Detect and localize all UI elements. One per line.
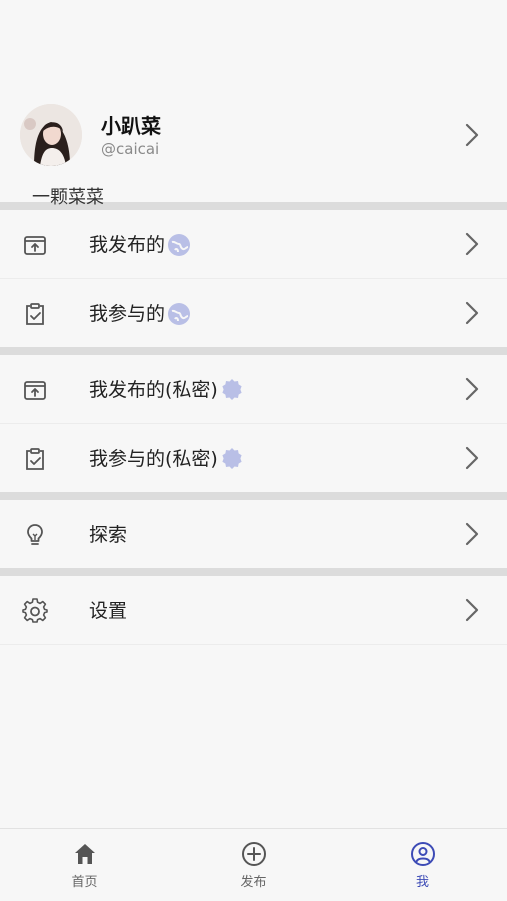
user-circle-icon bbox=[410, 842, 435, 866]
clipboard-check-icon bbox=[26, 448, 44, 470]
chevron-right-icon bbox=[465, 301, 479, 325]
section-divider bbox=[0, 347, 507, 355]
avatar[interactable] bbox=[20, 104, 82, 166]
tab-label: 首页 bbox=[71, 875, 98, 890]
menu-item-my-joined-private[interactable]: 我参与的(私密) bbox=[0, 424, 507, 492]
menu-label: 我参与的(私密) bbox=[89, 446, 244, 472]
chevron-right-icon bbox=[465, 377, 479, 401]
menu-item-my-published-private[interactable]: 我发布的(私密) bbox=[0, 355, 507, 424]
tab-me[interactable]: 我 bbox=[338, 829, 507, 901]
chevron-right-icon bbox=[465, 446, 479, 470]
archive-upload-icon bbox=[24, 381, 46, 400]
clipboard-check-icon bbox=[26, 303, 44, 325]
profile-name: 小趴菜 bbox=[101, 114, 161, 138]
tab-publish[interactable]: 发布 bbox=[169, 829, 338, 901]
menu-label: 我参与的 bbox=[89, 301, 191, 327]
section-divider bbox=[0, 492, 507, 500]
menu-label: 我发布的(私密) bbox=[89, 377, 244, 403]
menu-item-my-joined[interactable]: 我参与的 bbox=[0, 279, 507, 347]
profile-handle: @caicai bbox=[101, 140, 160, 158]
menu-item-my-published[interactable]: 我发布的 bbox=[0, 210, 507, 279]
tab-label: 发布 bbox=[240, 875, 267, 890]
menu-item-label: 我发布的(私密) bbox=[89, 379, 218, 401]
menu-item-label: 我发布的 bbox=[89, 234, 166, 256]
plus-circle-icon bbox=[241, 842, 266, 866]
badge-check-icon bbox=[222, 379, 242, 400]
tab-label: 我 bbox=[415, 875, 429, 890]
menu-item-explore[interactable]: 探索 bbox=[0, 500, 507, 568]
badge-check-icon bbox=[222, 448, 242, 469]
bottom-tab-bar: 首页 发布 我 bbox=[0, 828, 507, 901]
archive-upload-icon bbox=[24, 236, 46, 255]
menu-item-settings[interactable]: 设置 bbox=[0, 576, 507, 645]
menu-item-label: 设置 bbox=[89, 600, 128, 622]
globe-icon bbox=[168, 234, 191, 256]
section-divider bbox=[0, 568, 507, 576]
chevron-right-icon bbox=[465, 598, 479, 622]
tab-home[interactable]: 首页 bbox=[0, 829, 169, 901]
menu-label: 我发布的 bbox=[89, 232, 191, 258]
menu-item-label: 我参与的(私密) bbox=[89, 448, 218, 470]
profile-header[interactable]: 小趴菜 @caicai 一颗菜菜 bbox=[0, 30, 507, 208]
chevron-right-icon bbox=[465, 522, 479, 546]
menu-item-label: 我参与的 bbox=[89, 303, 166, 325]
home-icon bbox=[74, 844, 95, 864]
chevron-right-icon bbox=[465, 232, 479, 256]
status-bar bbox=[0, 0, 507, 30]
profile-bio: 一颗菜菜 bbox=[32, 187, 104, 208]
gear-icon bbox=[22, 598, 48, 623]
lightbulb-icon bbox=[27, 524, 43, 545]
menu-item-label: 探索 bbox=[89, 524, 128, 546]
chevron-right-icon bbox=[465, 123, 479, 147]
menu-label: 设置 bbox=[89, 598, 127, 624]
globe-icon bbox=[168, 303, 191, 325]
menu-label: 探索 bbox=[89, 522, 127, 548]
